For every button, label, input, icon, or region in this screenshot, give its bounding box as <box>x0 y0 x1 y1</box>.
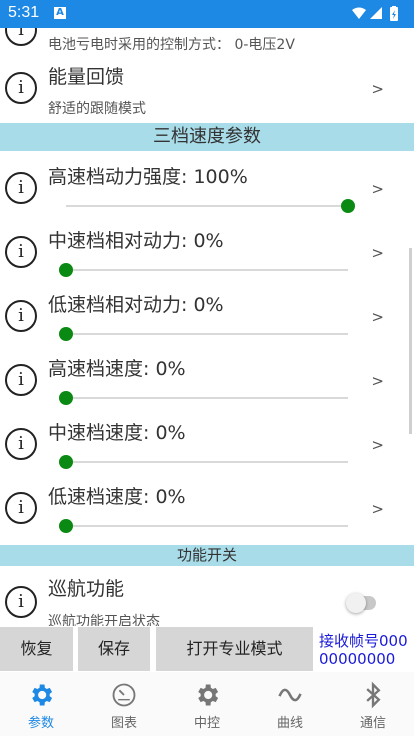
cruise-subtitle: 巡航功能开启状态 <box>48 614 160 626</box>
chevron-right-icon: > <box>371 500 384 518</box>
chevron-right-icon: > <box>371 436 384 454</box>
nav-label: 中控 <box>193 716 220 731</box>
slider-thumb[interactable] <box>59 391 73 405</box>
slider-thumb[interactable] <box>59 263 73 277</box>
slider-thumb[interactable] <box>59 327 73 341</box>
info-icon: i <box>5 300 37 332</box>
restore-button[interactable]: 恢复 <box>0 627 73 671</box>
info-icon: i <box>5 428 37 460</box>
info-icon: i <box>5 236 37 268</box>
app-notification-icon: A <box>54 7 66 19</box>
slider-track[interactable] <box>66 461 348 463</box>
nav-item-charts[interactable]: 图表 <box>83 672 165 736</box>
slider-row-mid-power[interactable]: i 中速档相对动力: 0% > <box>0 219 414 283</box>
bluetooth-icon <box>366 681 381 709</box>
pro-mode-button[interactable]: 打开专业模式 <box>156 627 313 671</box>
slider-row-title: 高速档速度: 0% <box>48 358 186 380</box>
settings-list[interactable]: i 电池亏电时采用的控制方式： 0-电压2V i 能量回馈 舒适的跟随模式 > … <box>0 28 414 626</box>
slider-row-mid-speed[interactable]: i 中速档速度: 0% > <box>0 411 414 475</box>
wave-icon <box>278 688 302 702</box>
slider-row-low-speed[interactable]: i 低速档速度: 0% > <box>0 475 414 539</box>
info-icon: i <box>5 72 37 104</box>
info-icon: i <box>5 28 37 46</box>
slider-row-title: 中速档相对动力: 0% <box>48 230 224 252</box>
gear-icon <box>198 684 219 706</box>
slider-track[interactable] <box>66 269 348 271</box>
chevron-right-icon: > <box>371 180 384 198</box>
wifi-signal-battery-icon <box>352 6 398 21</box>
system-icons <box>350 6 406 26</box>
info-icon: i <box>5 172 37 204</box>
chevron-right-icon: > <box>371 372 384 390</box>
status-time: 5:31 <box>8 4 40 21</box>
nav-label: 通信 <box>359 716 386 731</box>
frame-counter: 接收帧号00000000000 <box>319 632 408 668</box>
slider-thumb[interactable] <box>59 455 73 469</box>
slider-row-high-speed[interactable]: i 高速档速度: 0% > <box>0 347 414 411</box>
battery-control-row[interactable]: i 电池亏电时采用的控制方式： 0-电压2V <box>0 28 414 56</box>
chevron-right-icon: > <box>371 244 384 262</box>
slider-row-title: 中速档速度: 0% <box>48 422 186 444</box>
slider-track[interactable] <box>66 525 348 527</box>
cruise-title: 巡航功能 <box>48 578 125 600</box>
bottom-nav: 参数 图表 中控 曲线 通信 <box>0 672 414 736</box>
info-icon: i <box>5 364 37 396</box>
chevron-right-icon: > <box>371 308 384 326</box>
slider-row-high-power[interactable]: i 高速档动力强度: 100% > <box>0 155 414 219</box>
nav-label: 参数 <box>27 716 54 731</box>
info-icon: i <box>5 586 37 618</box>
energy-feedback-row[interactable]: i 能量回馈 舒适的跟随模式 > <box>0 58 414 122</box>
section-header-switches: 功能开关 <box>0 545 414 566</box>
cruise-toggle-knob[interactable] <box>346 593 366 613</box>
nav-item-comm[interactable]: 通信 <box>332 672 414 736</box>
slider-track[interactable] <box>66 397 348 399</box>
info-icon: i <box>5 492 37 524</box>
nav-label: 曲线 <box>276 716 303 731</box>
slider-row-low-power[interactable]: i 低速档相对动力: 0% > <box>0 283 414 347</box>
slider-track[interactable] <box>66 205 348 207</box>
energy-feedback-subtitle: 舒适的跟随模式 <box>48 101 146 117</box>
nav-item-curves[interactable]: 曲线 <box>249 672 331 736</box>
save-button[interactable]: 保存 <box>78 627 150 671</box>
gauge-icon <box>112 683 136 707</box>
slider-row-title: 低速档相对动力: 0% <box>48 294 224 316</box>
slider-thumb[interactable] <box>341 199 355 213</box>
cruise-row[interactable]: i 巡航功能 巡航功能开启状态 <box>0 568 414 626</box>
section-header-speed: 三档速度参数 <box>0 123 414 151</box>
chevron-right-icon: > <box>371 80 384 98</box>
gear-icon <box>32 684 53 706</box>
slider-thumb[interactable] <box>59 519 73 533</box>
slider-track[interactable] <box>66 333 348 335</box>
scrollbar[interactable] <box>409 248 412 434</box>
battery-control-subtitle: 电池亏电时采用的控制方式： 0-电压2V <box>48 37 295 53</box>
status-bar: 5:31 A <box>0 0 414 28</box>
slider-row-title: 高速档动力强度: 100% <box>48 166 248 188</box>
energy-feedback-title: 能量回馈 <box>48 66 125 88</box>
nav-item-params[interactable]: 参数 <box>0 672 82 736</box>
slider-row-title: 低速档速度: 0% <box>48 486 186 508</box>
nav-item-control[interactable]: 中控 <box>166 672 248 736</box>
nav-label: 图表 <box>110 716 137 731</box>
